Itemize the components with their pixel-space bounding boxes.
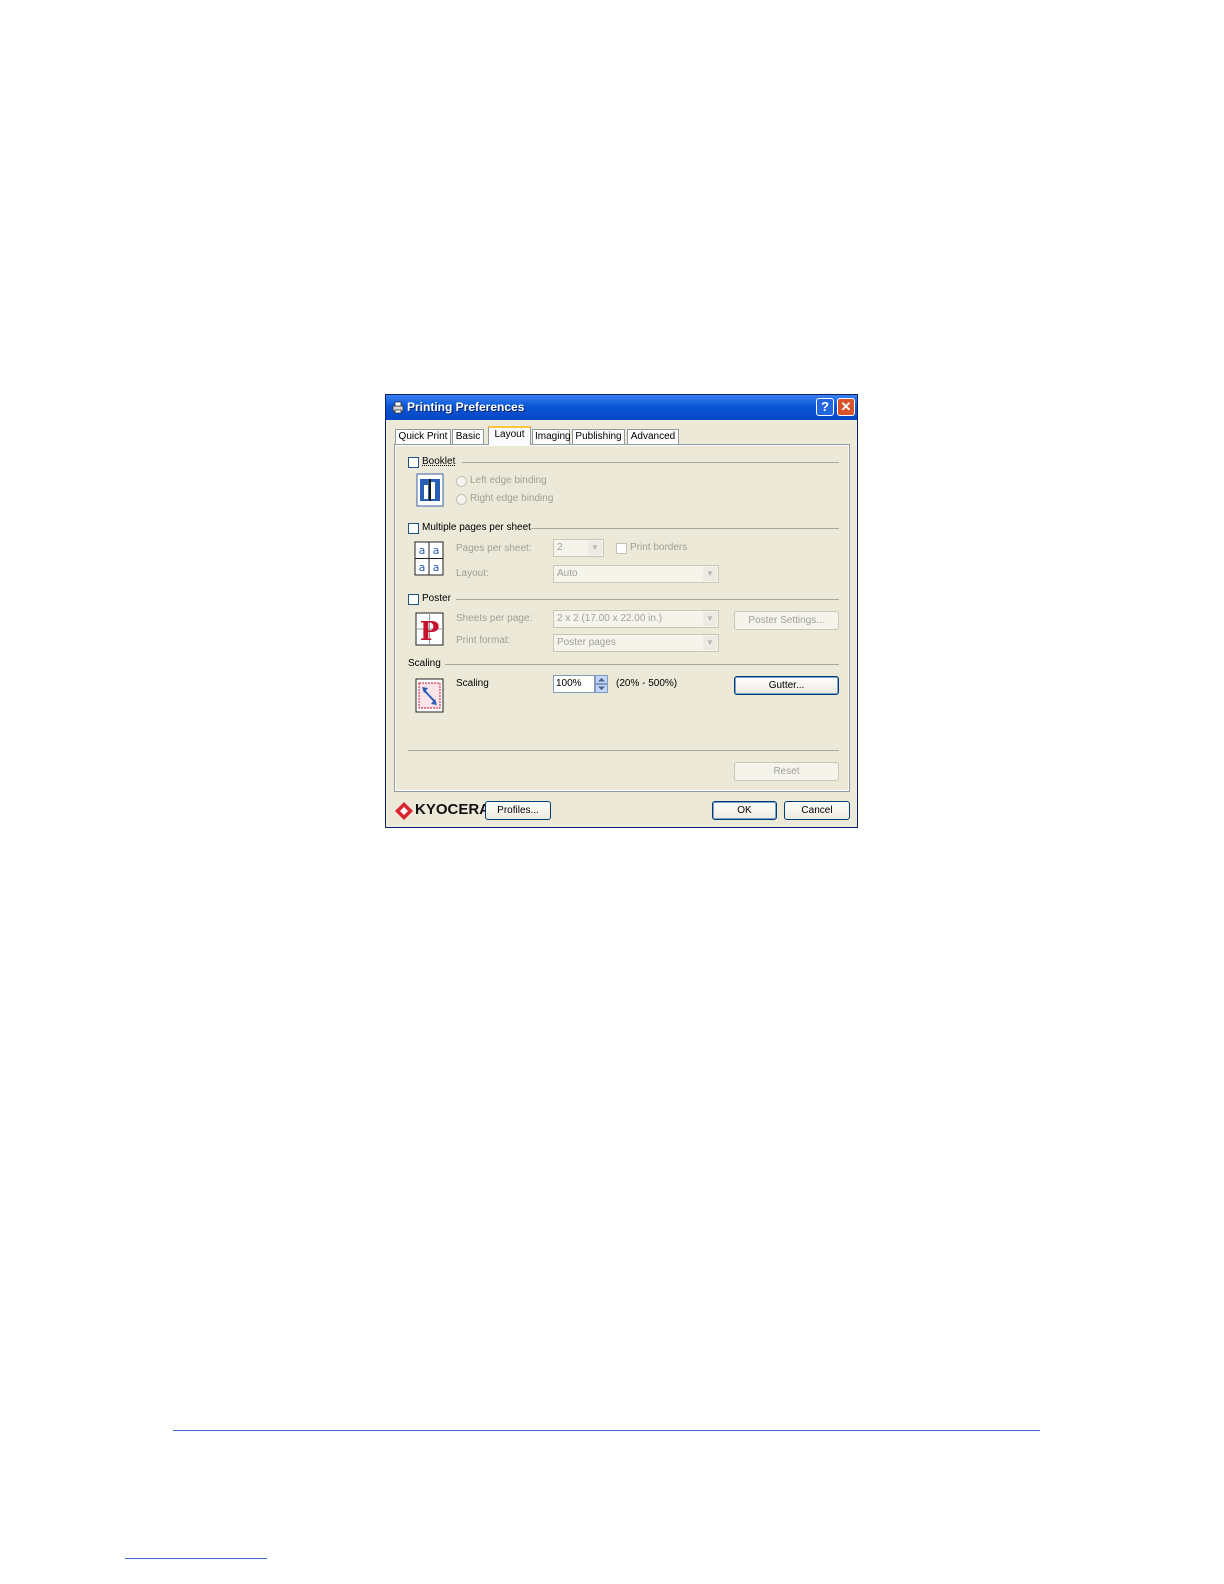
scaling-range: (20% - 500%) <box>616 678 678 689</box>
dialog-title: Printing Preferences <box>407 400 525 414</box>
chevron-down-icon: ▼ <box>588 541 602 555</box>
layout-tab-panel: Booklet Left edge binding Right edge bin… <box>394 444 850 792</box>
tab-publishing[interactable]: Publishing <box>572 429 625 444</box>
tab-imaging[interactable]: Imaging <box>532 429 571 444</box>
page-footer-rule <box>173 1430 1040 1431</box>
left-edge-binding-label: Left edge binding <box>470 475 547 486</box>
left-edge-binding-radio[interactable] <box>456 476 467 487</box>
gutter-button[interactable]: Gutter... <box>734 676 839 695</box>
chevron-down-icon: ▼ <box>703 612 717 626</box>
print-format-select[interactable]: Poster pages ▼ <box>553 634 719 652</box>
cancel-button[interactable]: Cancel <box>784 801 850 820</box>
title-bar[interactable]: Printing Preferences ? ✕ <box>386 395 857 420</box>
scaling-section-label: Scaling <box>408 658 441 669</box>
scaling-icon <box>415 678 444 713</box>
bottom-divider <box>408 750 839 751</box>
multiple-pages-checkbox[interactable] <box>408 523 419 534</box>
right-edge-binding-radio[interactable] <box>456 494 467 505</box>
sheets-per-page-label: Sheets per page: <box>456 613 533 624</box>
layout-select[interactable]: Auto ▼ <box>553 565 719 583</box>
profiles-button[interactable]: Profiles... <box>485 801 551 820</box>
ok-button[interactable]: OK <box>712 801 777 820</box>
multiple-pages-icon: a a a a <box>414 541 444 576</box>
booklet-divider <box>462 462 839 463</box>
help-button[interactable]: ? <box>816 398 834 416</box>
layout-label: Layout: <box>456 568 489 579</box>
tab-advanced[interactable]: Advanced <box>627 429 679 444</box>
print-format-label: Print format: <box>456 635 511 646</box>
poster-icon: P <box>415 612 444 646</box>
scaling-spinner[interactable] <box>595 675 608 693</box>
scaling-divider <box>445 664 839 665</box>
scaling-field-label: Scaling <box>456 678 489 689</box>
poster-icon-glyph: P <box>420 617 440 646</box>
poster-settings-button[interactable]: Poster Settings... <box>734 611 839 630</box>
print-borders-label: Print borders <box>630 542 688 553</box>
multiple-pages-icon-glyph: a <box>419 544 426 557</box>
scaling-input[interactable]: 100% <box>553 675 595 693</box>
poster-label: Poster <box>422 593 451 604</box>
chevron-down-icon: ▼ <box>703 567 717 581</box>
tab-layout[interactable]: Layout <box>488 426 531 445</box>
tab-quick-print[interactable]: Quick Print <box>395 429 451 444</box>
booklet-checkbox[interactable] <box>408 457 419 468</box>
print-format-value: Poster pages <box>557 637 616 648</box>
svg-text:a: a <box>433 561 440 574</box>
chevron-down-icon: ▼ <box>703 636 717 650</box>
pages-per-sheet-select[interactable]: 2 ▼ <box>553 539 604 557</box>
right-edge-binding-label: Right edge binding <box>470 493 554 504</box>
sheets-per-page-select[interactable]: 2 x 2 (17.00 x 22.00 in.) ▼ <box>553 610 719 628</box>
pages-per-sheet-value: 2 <box>557 542 563 553</box>
multiple-pages-label: Multiple pages per sheet <box>422 522 531 533</box>
booklet-label: Booklet <box>422 456 456 467</box>
tab-basic[interactable]: Basic <box>452 429 484 444</box>
layout-value: Auto <box>557 568 578 579</box>
printing-preferences-dialog: Printing Preferences ? ✕ Quick Print Bas… <box>385 394 858 828</box>
kyocera-logo-icon <box>395 802 413 820</box>
printer-icon <box>392 401 404 414</box>
page-footnote-rule <box>125 1558 267 1559</box>
pages-per-sheet-label: Pages per sheet: <box>456 543 532 554</box>
svg-text:a: a <box>419 561 426 574</box>
sheets-per-page-value: 2 x 2 (17.00 x 22.00 in.) <box>557 613 663 624</box>
print-borders-checkbox[interactable] <box>616 543 627 554</box>
multiple-pages-divider <box>531 528 839 529</box>
poster-checkbox[interactable] <box>408 594 419 605</box>
booklet-icon <box>416 473 444 507</box>
kyocera-brand: KYOCERA <box>415 801 491 818</box>
svg-text:a: a <box>433 544 440 557</box>
reset-button[interactable]: Reset <box>734 762 839 781</box>
close-button[interactable]: ✕ <box>837 398 855 416</box>
poster-divider <box>456 599 839 600</box>
